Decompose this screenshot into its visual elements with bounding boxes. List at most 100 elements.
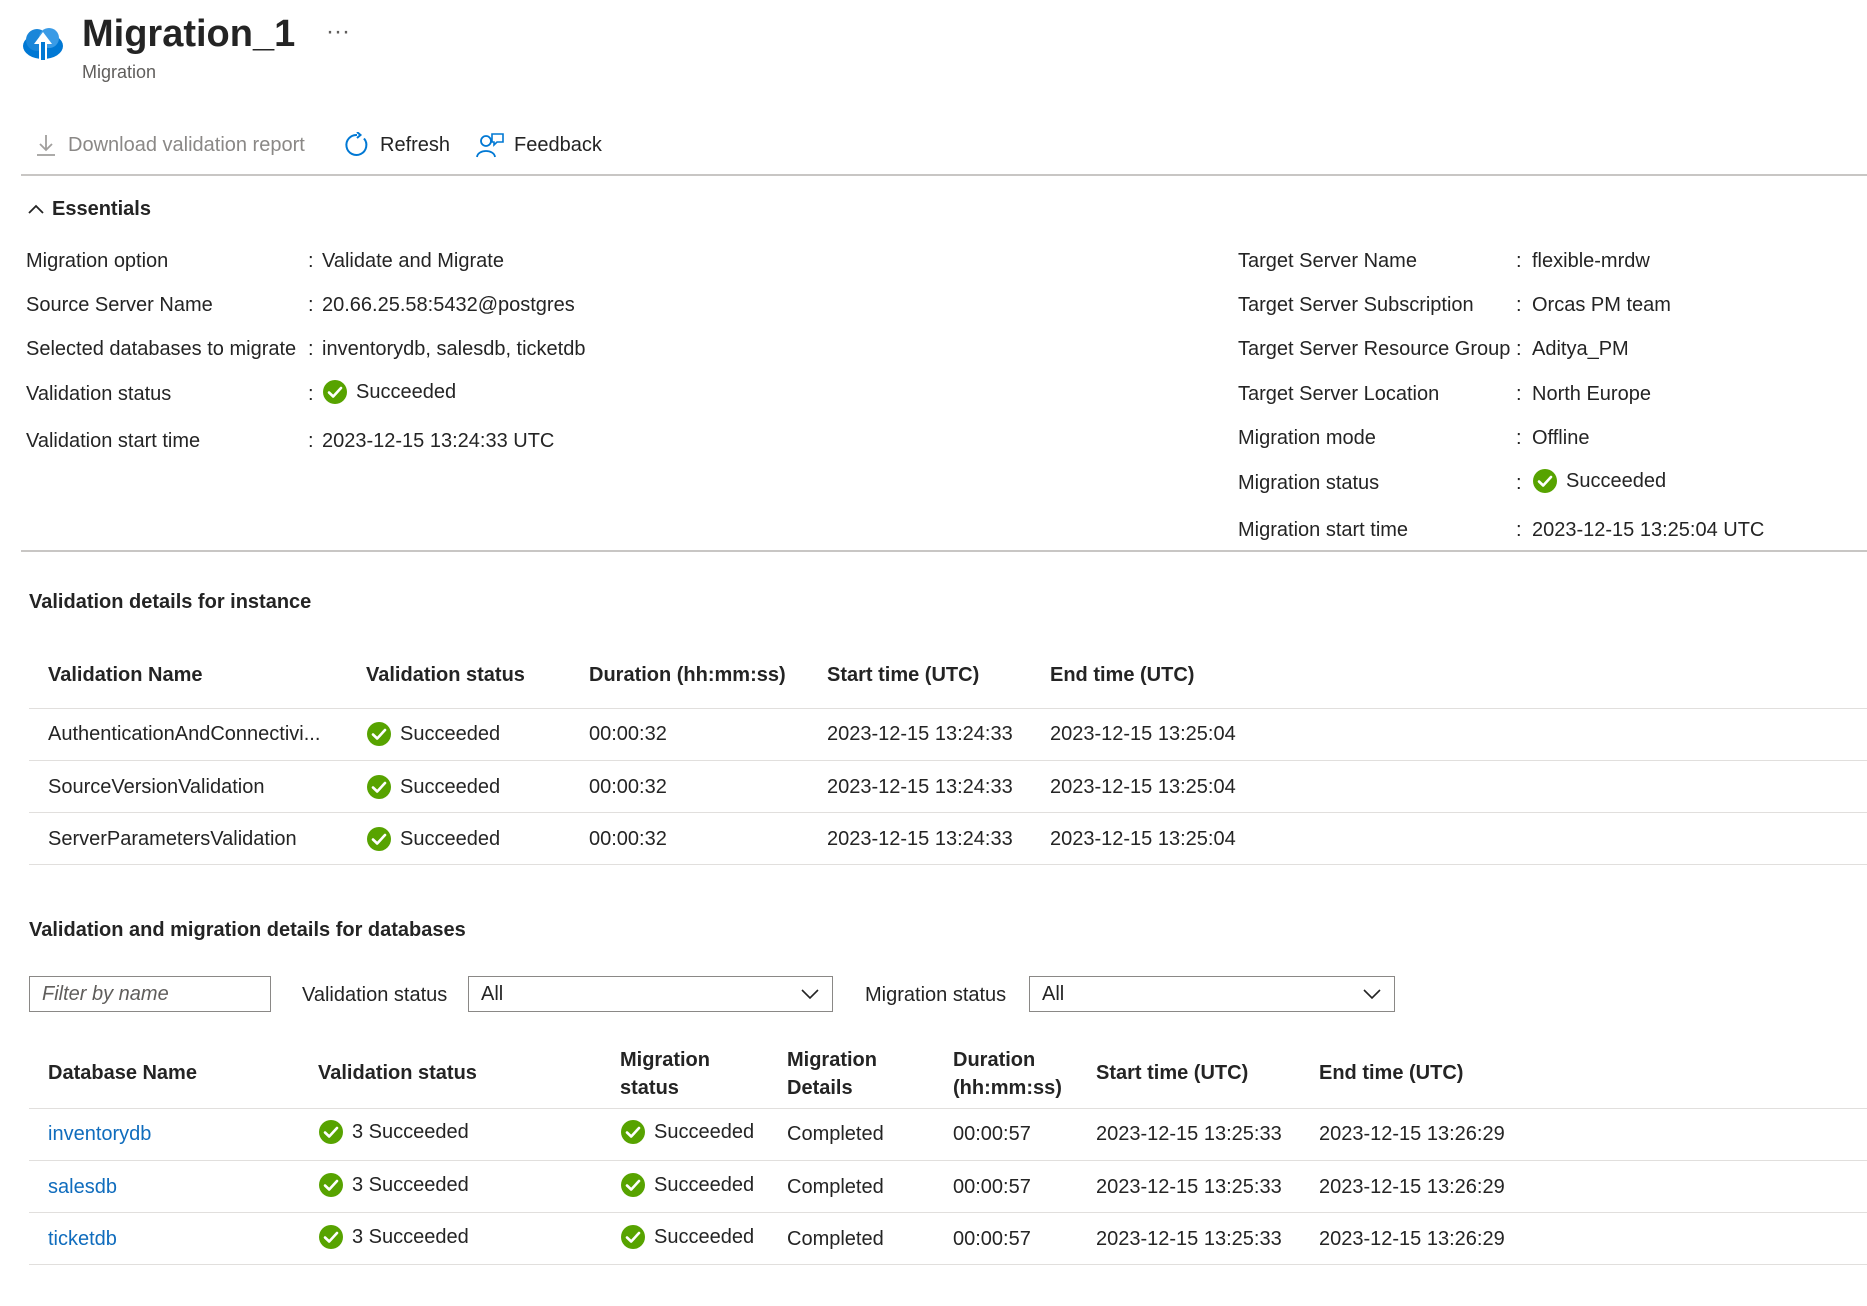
refresh-button[interactable]: Refresh (344, 132, 450, 158)
column-header: Duration (hh:mm:ss) (953, 1046, 1062, 1102)
colon: : (1516, 294, 1522, 316)
essentials-value: Offline (1532, 427, 1590, 449)
start-time: 2023-12-15 13:24:33 (827, 776, 1013, 798)
colon: : (1516, 427, 1522, 449)
success-check-icon (366, 774, 392, 800)
column-header: Start time (UTC) (1096, 1062, 1249, 1084)
colon: : (1516, 250, 1522, 272)
duration: 00:00:32 (589, 828, 667, 850)
status-text: Succeeded (654, 1121, 755, 1143)
essentials-value: North Europe (1532, 383, 1651, 405)
validation-status: 3 Succeeded (318, 1224, 469, 1250)
chevron-up-icon (28, 204, 44, 214)
colon: : (308, 294, 314, 316)
status-text: Succeeded (356, 381, 457, 403)
database-link-ticketdb[interactable]: ticketdb (48, 1226, 117, 1252)
end-time: 2023-12-15 13:26:29 (1319, 1123, 1505, 1145)
column-header: Start time (UTC) (827, 664, 980, 686)
success-check-icon (366, 826, 392, 852)
end-time: 2023-12-15 13:26:29 (1319, 1228, 1505, 1250)
start-time: 2023-12-15 13:25:33 (1096, 1123, 1282, 1145)
essentials-label: Migration mode (1238, 427, 1376, 449)
row-divider (29, 708, 1867, 709)
column-header: End time (UTC) (1319, 1062, 1464, 1084)
duration: 00:00:57 (953, 1176, 1031, 1198)
colon: : (308, 383, 314, 405)
row-divider (29, 1264, 1867, 1265)
status-text: Succeeded (400, 776, 501, 798)
refresh-label: Refresh (380, 134, 451, 156)
essentials-label: Migration status (1238, 472, 1380, 494)
refresh-icon (345, 132, 368, 156)
filter-by-name-input[interactable] (29, 976, 271, 1012)
download-validation-report-button[interactable]: Download validation report (34, 132, 305, 158)
success-check-icon (620, 1172, 646, 1198)
success-check-icon (620, 1224, 646, 1250)
dropdown-value: All (1042, 982, 1065, 1005)
essentials-value: 2023-12-15 13:25:04 UTC (1532, 519, 1765, 541)
success-check-icon (620, 1119, 646, 1145)
validation-status: Succeeded (366, 721, 500, 747)
essentials-value: flexible-mrdw (1532, 250, 1650, 272)
database-link-salesdb[interactable]: salesdb (48, 1174, 117, 1200)
status-text: Succeeded (654, 1174, 755, 1196)
essentials-label: Migration option (26, 250, 169, 272)
end-time: 2023-12-15 13:25:04 (1050, 776, 1236, 798)
essentials-label: Target Server Location (1238, 383, 1440, 405)
status-text: Succeeded (400, 828, 501, 850)
success-check-icon (366, 721, 392, 747)
essentials-value: Orcas PM team (1532, 294, 1671, 316)
essentials-label: Selected databases to migrate (26, 338, 297, 360)
row-divider (29, 1160, 1867, 1161)
column-header: End time (UTC) (1050, 664, 1195, 686)
success-check-icon (1532, 468, 1558, 494)
start-time: 2023-12-15 13:25:33 (1096, 1228, 1282, 1250)
more-actions-button[interactable]: ··· (326, 18, 350, 46)
colon: : (1516, 472, 1522, 494)
database-link-inventorydb[interactable]: inventorydb (48, 1121, 151, 1147)
page-subtitle: Migration (82, 62, 157, 82)
migration-details: Completed (787, 1176, 884, 1198)
instance-section-title: Validation details for instance (29, 591, 312, 613)
essentials-divider (21, 550, 1867, 552)
migration-status: Succeeded (620, 1172, 754, 1198)
toolbar-divider (21, 174, 1867, 176)
header-line: Duration (953, 1049, 1036, 1071)
header-line: status (620, 1077, 679, 1099)
feedback-button[interactable]: Feedback (476, 132, 602, 158)
status-text: 3 Succeeded (352, 1174, 469, 1196)
page-title: Migration_1 (82, 13, 296, 55)
status-text: Succeeded (654, 1226, 755, 1248)
duration: 00:00:32 (589, 723, 667, 745)
duration: 00:00:57 (953, 1228, 1031, 1250)
essentials-label: Target Server Name (1238, 250, 1417, 272)
success-check-icon (318, 1172, 344, 1198)
column-header: Duration (hh:mm:ss) (589, 664, 786, 686)
success-check-icon (322, 379, 348, 405)
end-time: 2023-12-15 13:25:04 (1050, 828, 1236, 850)
column-header: Migration status (620, 1046, 710, 1102)
essentials-value: Validate and Migrate (322, 250, 504, 272)
migration-status-value: Succeeded (1532, 468, 1666, 494)
essentials-label: Target Server Subscription (1238, 294, 1474, 316)
migration-status-dropdown[interactable]: All (1029, 976, 1395, 1012)
validation-status-dropdown[interactable]: All (468, 976, 833, 1012)
column-header: Validation status (318, 1062, 477, 1084)
cloud-upload-icon (20, 20, 66, 71)
header-line: Migration (620, 1049, 710, 1071)
validation-name: ServerParametersValidation (48, 828, 297, 850)
essentials-toggle[interactable]: Essentials (26, 196, 151, 222)
header-line: Migration (787, 1049, 877, 1071)
validation-name: SourceVersionValidation (48, 776, 265, 798)
status-text: 3 Succeeded (352, 1226, 469, 1248)
essentials-value: Aditya_PM (1532, 338, 1629, 360)
migration-details: Completed (787, 1123, 884, 1145)
validation-status: 3 Succeeded (318, 1119, 469, 1145)
column-header: Migration Details (787, 1046, 877, 1102)
essentials-label: Migration start time (1238, 519, 1409, 541)
duration: 00:00:32 (589, 776, 667, 798)
start-time: 2023-12-15 13:24:33 (827, 723, 1013, 745)
essentials-value: 2023-12-15 13:24:33 UTC (322, 430, 555, 452)
essentials-value: 20.66.25.58:5432@postgres (322, 294, 575, 316)
migration-status-filter-label: Migration status (865, 984, 1007, 1006)
